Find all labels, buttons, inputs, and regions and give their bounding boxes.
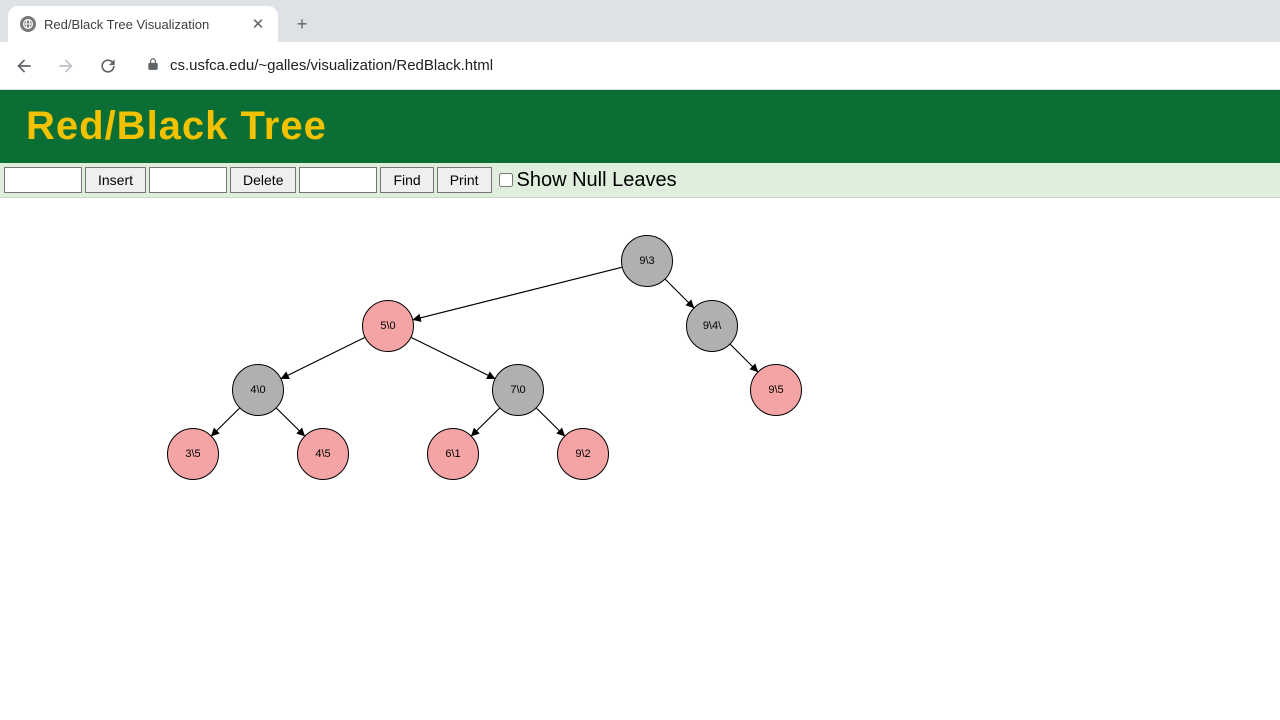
print-button[interactable]: Print	[437, 167, 492, 193]
insert-input[interactable]	[4, 167, 82, 193]
browser-chrome: Red/Black Tree Visualization ✕ + cs.usfc…	[0, 0, 1280, 90]
insert-button[interactable]: Insert	[85, 167, 146, 193]
find-input[interactable]	[299, 167, 377, 193]
delete-input[interactable]	[149, 167, 227, 193]
tree-node: 4\0	[232, 364, 284, 416]
globe-icon	[20, 16, 36, 32]
tree-node: 6\1	[427, 428, 479, 480]
show-null-leaves-text: Show Null Leaves	[517, 169, 677, 192]
tree-node: 4\5	[297, 428, 349, 480]
controls-bar: Insert Delete Find Print Show Null Leave…	[0, 163, 1280, 198]
page-title: Red/Black Tree	[26, 104, 1254, 149]
new-tab-button[interactable]: +	[288, 10, 316, 38]
tree-node: 7\0	[492, 364, 544, 416]
delete-button[interactable]: Delete	[230, 167, 296, 193]
tree-node: 9\4\	[686, 300, 738, 352]
forward-button[interactable]	[52, 52, 80, 80]
page-header: Red/Black Tree	[0, 90, 1280, 163]
tab-strip: Red/Black Tree Visualization ✕ +	[0, 0, 1280, 42]
close-icon[interactable]: ✕	[250, 16, 266, 32]
tree-node: 5\0	[362, 300, 414, 352]
tree-canvas: 9\3 5\0 9\4\ 4\0 7\0 9\5 3\5 4\5 6\1 9\2	[0, 198, 1280, 718]
show-null-leaves-checkbox[interactable]	[499, 173, 513, 187]
show-null-leaves-label[interactable]: Show Null Leaves	[499, 169, 677, 192]
url-text: cs.usfca.edu/~galles/visualization/RedBl…	[170, 57, 493, 74]
back-button[interactable]	[10, 52, 38, 80]
browser-toolbar: cs.usfca.edu/~galles/visualization/RedBl…	[0, 42, 1280, 90]
tree-node: 3\5	[167, 428, 219, 480]
browser-tab[interactable]: Red/Black Tree Visualization ✕	[8, 6, 278, 42]
address-bar[interactable]: cs.usfca.edu/~galles/visualization/RedBl…	[136, 50, 1270, 82]
tree-node: 9\3	[621, 235, 673, 287]
find-button[interactable]: Find	[380, 167, 433, 193]
tree-node: 9\5	[750, 364, 802, 416]
tree-node: 9\2	[557, 428, 609, 480]
reload-button[interactable]	[94, 52, 122, 80]
tab-title: Red/Black Tree Visualization	[44, 17, 242, 32]
lock-icon	[146, 57, 160, 75]
